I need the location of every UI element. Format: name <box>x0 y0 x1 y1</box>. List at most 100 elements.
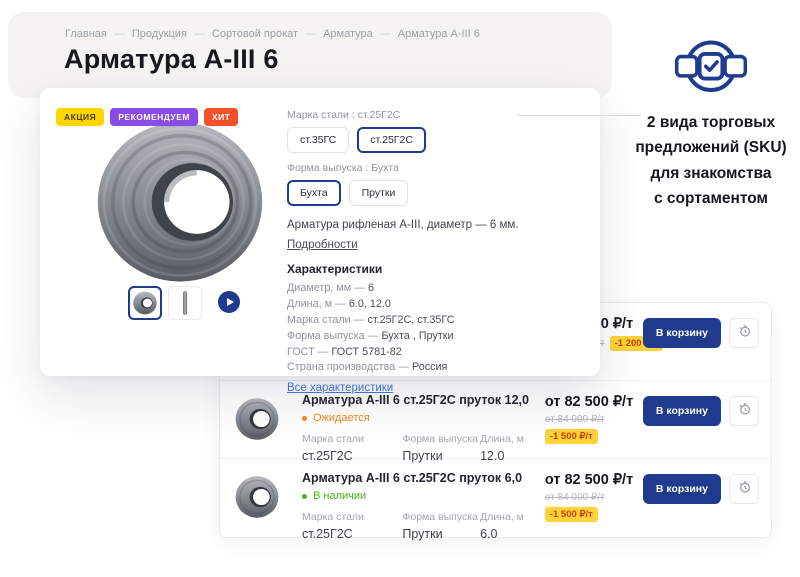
attribute-label: Форма выпуска <box>402 433 480 445</box>
dash-separator: — <box>368 330 379 342</box>
offer-status: Ожидается <box>302 412 545 424</box>
product-badges: АКЦИЯ РЕКОМЕНДУЕМ ХИТ <box>56 108 238 126</box>
attribute-label: Длина, м <box>480 433 545 445</box>
characteristic-row: Форма выпуска—Бухта , Прутки <box>287 329 587 345</box>
sku-annotation: 2 вида торговых предложений (SKU) для зн… <box>622 32 800 212</box>
callout-connector-line <box>517 115 641 116</box>
quick-order-button[interactable] <box>729 396 759 426</box>
status-dot <box>302 494 307 499</box>
characteristic-row: Страна производства—Россия <box>287 360 587 376</box>
characteristic-label: Марка стали <box>287 314 351 326</box>
details-link[interactable]: Подробности <box>287 239 358 251</box>
dash-separator: — <box>398 361 409 373</box>
offer-row: Арматура A-III 6 ст.25Г2С пруток 6,0 В н… <box>220 459 771 537</box>
characteristic-value: 6.0, 12.0 <box>349 298 391 310</box>
breadcrumb-separator: — <box>305 28 316 40</box>
attribute-label: Марка стали <box>302 433 402 445</box>
all-characteristics-link[interactable]: Все характеристики <box>287 382 393 394</box>
dash-separator: — <box>354 282 365 294</box>
offer-thumbnail <box>234 381 284 458</box>
quick-order-icon <box>737 479 752 499</box>
price-column: от 82 500 ₽/т от 84 000 ₽/т -1 500 ₽/т <box>545 394 635 458</box>
annotation-line: предложений (SKU) <box>622 135 800 160</box>
attribute: Марка стали ст.25Г2С <box>302 511 402 541</box>
offer-old-price: от 84 000 ₽/т <box>545 414 635 425</box>
attribute-label: Форма выпуска <box>402 511 480 523</box>
characteristic-value: 6 <box>368 282 374 294</box>
breadcrumb-separator: — <box>380 28 391 40</box>
breadcrumb-separator: — <box>114 28 125 40</box>
attribute-value: ст.25Г2С <box>302 527 402 541</box>
breadcrumb-separator: — <box>194 28 205 40</box>
recommend-badge: РЕКОМЕНДУЕМ <box>110 108 198 126</box>
annotation-line: с сортаментом <box>622 186 800 211</box>
breadcrumb: Главная — Продукция — Сортовой прокат — Армату… <box>65 28 480 40</box>
option-form-coil[interactable]: Бухта <box>287 180 341 206</box>
characteristic-value: ст.25Г2С, ст.35ГС <box>367 314 454 326</box>
quick-order-icon <box>737 401 752 421</box>
product-card: АКЦИЯ РЕКОМЕНДУЕМ ХИТ <box>40 88 600 376</box>
thumbnail-rod[interactable] <box>168 286 202 320</box>
sale-badge: АКЦИЯ <box>56 108 104 126</box>
option-group-steel: ст.35ГС ст.25Г2С <box>287 127 587 153</box>
dash-separator: — <box>318 346 329 358</box>
offer-status: В наличии <box>302 490 545 502</box>
price-column: от 82 500 ₽/т от 84 000 ₽/т -1 500 ₽/т <box>545 472 635 537</box>
breadcrumb-item[interactable]: Главная <box>65 28 107 40</box>
discount-badge: -1 500 ₽/т <box>545 507 598 522</box>
quick-order-button[interactable] <box>729 474 759 504</box>
annotation-text: 2 вида торговых предложений (SKU) для зн… <box>622 110 800 212</box>
discount-badge: -1 500 ₽/т <box>545 429 598 444</box>
video-play-button[interactable] <box>218 291 240 313</box>
add-to-cart-button[interactable]: В корзину <box>643 396 721 426</box>
product-description: Арматура рифленая A-III, диаметр — 6 мм. <box>287 217 587 233</box>
breadcrumb-item[interactable]: Арматура <box>323 28 373 40</box>
breadcrumb-item-current: Арматура A-III 6 <box>398 28 480 40</box>
attribute-label: Длина, м <box>480 511 545 523</box>
attribute-value: 6.0 <box>480 527 545 541</box>
breadcrumb-item[interactable]: Продукция <box>132 28 187 40</box>
offer-price: от 82 500 ₽/т <box>545 472 635 488</box>
characteristic-label: ГОСТ <box>287 346 315 358</box>
characteristic-label: Длина, м <box>287 298 332 310</box>
thumbnail-coil[interactable] <box>128 286 162 320</box>
option-form-rods[interactable]: Прутки <box>349 180 409 206</box>
quick-order-button[interactable] <box>729 318 759 348</box>
status-dot <box>302 416 307 421</box>
characteristic-value: ГОСТ 5781-82 <box>331 346 401 358</box>
characteristics-title: Характеристики <box>287 262 587 276</box>
product-options: Марка стали : ст.25Г2С ст.35ГС ст.25Г2С … <box>287 109 587 396</box>
breadcrumb-item[interactable]: Сортовой прокат <box>212 28 298 40</box>
characteristic-row: Марка стали—ст.25Г2С, ст.35ГС <box>287 313 587 329</box>
characteristic-row: ГОСТ—ГОСТ 5781-82 <box>287 345 587 361</box>
offer-attributes: Марка стали ст.25Г2С Форма выпуска Прутк… <box>302 511 545 541</box>
attribute-label: Марка стали <box>302 511 402 523</box>
offer-title[interactable]: Арматура A-III 6 ст.25Г2С пруток 6,0 <box>302 471 545 485</box>
image-thumbnails <box>128 286 202 320</box>
option-group-form: Бухта Прутки <box>287 180 587 206</box>
option-group-label: Форма выпуска : Бухта <box>287 162 587 174</box>
dash-separator: — <box>335 298 346 310</box>
annotation-line: 2 вида торговых <box>622 110 800 135</box>
add-to-cart-button[interactable]: В корзину <box>643 474 721 504</box>
add-to-cart-button[interactable]: В корзину <box>643 318 721 348</box>
offer-old-price: от 84 000 ₽/т <box>545 492 635 503</box>
offer-price-block: от 82 500 ₽/т от 84 000 ₽/т -1 500 ₽/т В… <box>545 459 759 537</box>
attribute-value: Прутки <box>402 527 480 541</box>
annotation-line: для знакомства <box>622 161 800 186</box>
page-title: Арматура A-III 6 <box>64 44 279 75</box>
option-steel-35gs[interactable]: ст.35ГС <box>287 127 349 153</box>
offer-status-label: Ожидается <box>313 412 370 424</box>
option-steel-25g2s[interactable]: ст.25Г2С <box>357 127 426 153</box>
hit-badge: ХИТ <box>204 108 238 126</box>
attribute: Длина, м 6.0 <box>480 511 545 541</box>
play-icon <box>227 298 234 306</box>
attribute: Форма выпуска Прутки <box>402 511 480 541</box>
characteristic-label: Форма выпуска <box>287 330 365 342</box>
product-image <box>88 118 272 286</box>
offer-price: от 82 500 ₽/т <box>545 394 635 410</box>
characteristic-value: Россия <box>412 361 447 373</box>
rod-image <box>183 291 187 315</box>
characteristic-row: Длина, м—6.0, 12.0 <box>287 297 587 313</box>
characteristic-row: Диаметр, мм—6 <box>287 281 587 297</box>
